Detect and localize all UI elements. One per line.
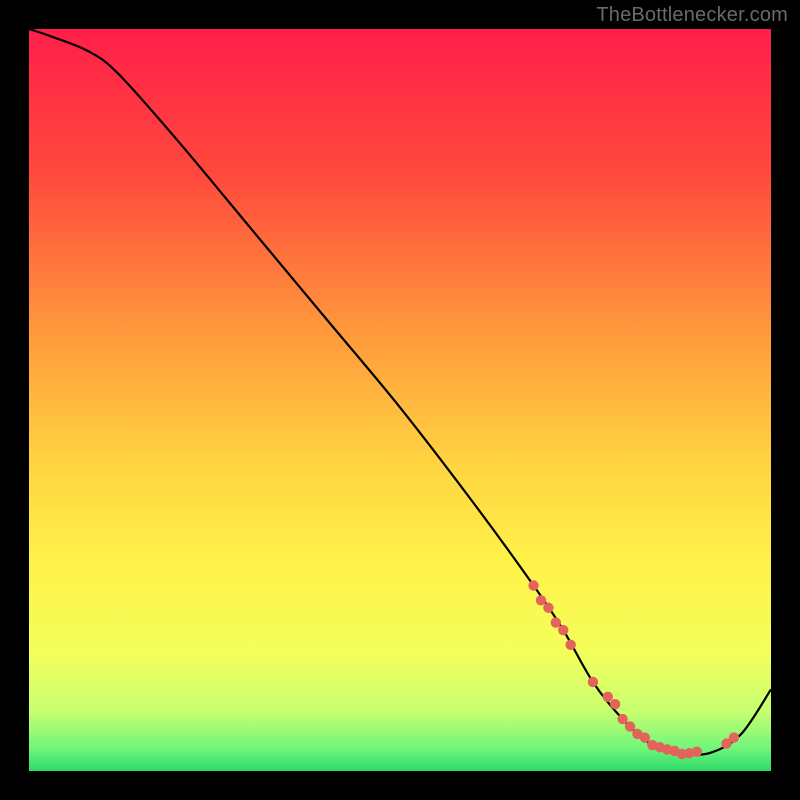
chart-marker (603, 692, 613, 702)
chart-marker (729, 732, 739, 742)
chart-marker (565, 640, 575, 650)
watermark-text: TheBottlenecker.com (596, 4, 788, 27)
chart-marker (528, 580, 538, 590)
chart-marker (536, 595, 546, 605)
chart-marker (625, 721, 635, 731)
chart-marker (588, 677, 598, 687)
chart-marker (551, 617, 561, 627)
chart-marker (692, 747, 702, 757)
chart-background (29, 29, 771, 771)
chart-marker (640, 732, 650, 742)
chart-marker (617, 714, 627, 724)
chart-plot-area (29, 29, 771, 771)
chart-marker (543, 603, 553, 613)
chart-svg (29, 29, 771, 771)
chart-marker (558, 625, 568, 635)
chart-marker (610, 699, 620, 709)
chart-frame: TheBottlenecker.com (0, 0, 800, 800)
